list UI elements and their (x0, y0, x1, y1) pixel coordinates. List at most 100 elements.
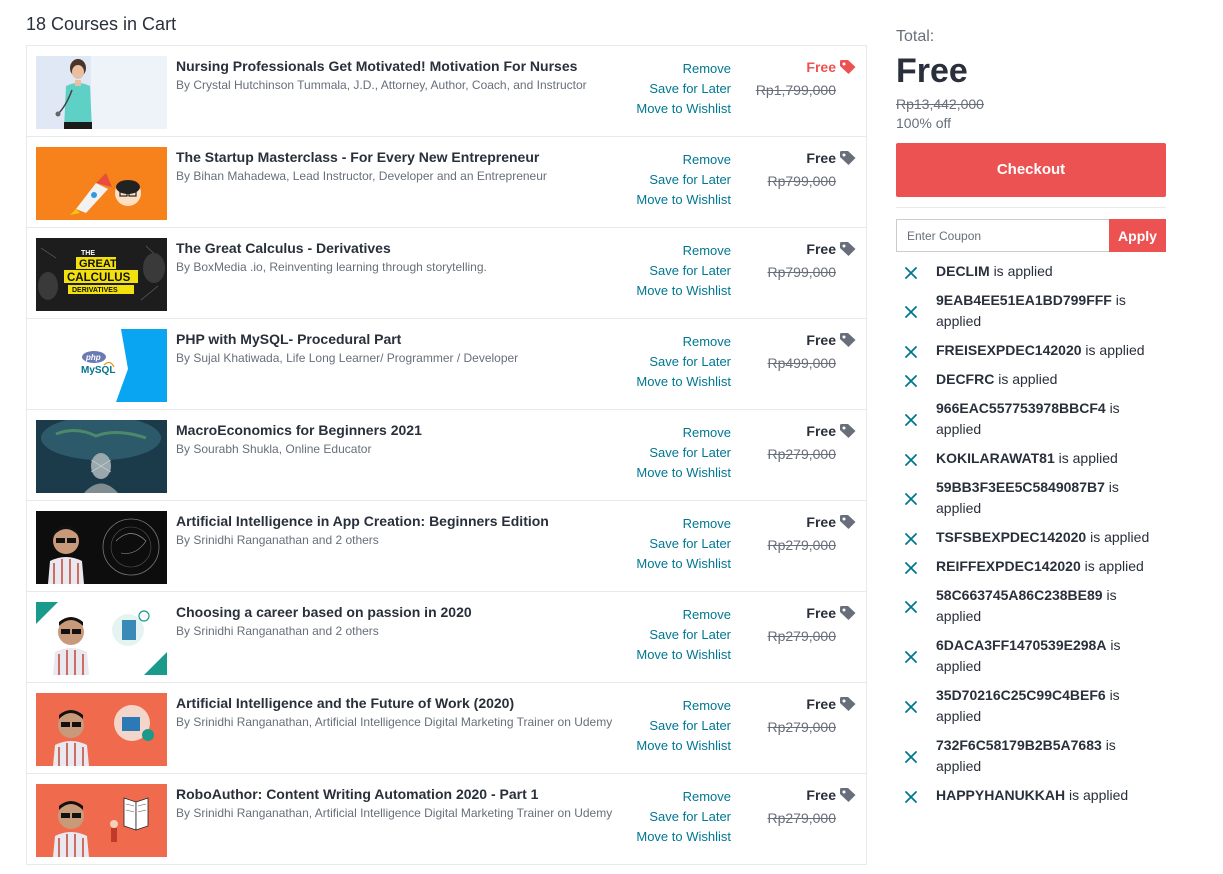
course-thumbnail[interactable] (36, 56, 167, 129)
close-icon[interactable] (904, 304, 918, 318)
course-title[interactable]: Nursing Professionals Get Motivated! Mot… (176, 57, 622, 75)
applied-coupon: TSFSBEXPDEC142020 is applied (896, 527, 1156, 548)
course-thumbnail[interactable]: THE GREAT CALCULUS DERIVATIVES (36, 238, 167, 311)
move-to-wishlist-link[interactable]: Move to Wishlist (636, 736, 731, 756)
original-price: Rp279,000 (767, 537, 836, 553)
save-for-later-link[interactable]: Save for Later (636, 534, 731, 554)
course-price: Free (746, 422, 856, 442)
course-title[interactable]: MacroEconomics for Beginners 2021 (176, 421, 622, 439)
remove-link[interactable]: Remove (636, 332, 731, 352)
move-to-wishlist-link[interactable]: Move to Wishlist (636, 827, 731, 847)
close-icon[interactable] (904, 452, 918, 466)
move-to-wishlist-link[interactable]: Move to Wishlist (636, 554, 731, 574)
course-thumbnail[interactable] (36, 602, 167, 675)
tag-icon (840, 606, 856, 624)
move-to-wishlist-link[interactable]: Move to Wishlist (636, 372, 731, 392)
coupon-input[interactable] (896, 219, 1109, 252)
course-thumbnail[interactable] (36, 511, 167, 584)
save-for-later-link[interactable]: Save for Later (636, 807, 731, 827)
course-thumbnail[interactable] (36, 784, 167, 857)
remove-link[interactable]: Remove (636, 787, 731, 807)
course-price: Free (746, 604, 856, 624)
save-for-later-link[interactable]: Save for Later (636, 170, 731, 190)
coupon-status: is applied (1084, 558, 1144, 574)
thumb-text-the: THE (81, 250, 95, 257)
remove-link[interactable]: Remove (636, 423, 731, 443)
remove-link[interactable]: Remove (636, 605, 731, 625)
total-price: Free (896, 52, 968, 90)
course-item: Artificial Intelligence and the Future o… (27, 683, 866, 774)
course-title[interactable]: Artificial Intelligence in App Creation:… (176, 512, 622, 530)
close-icon[interactable] (904, 749, 918, 763)
course-item: Artificial Intelligence in App Creation:… (27, 501, 866, 592)
close-icon[interactable] (904, 649, 918, 663)
remove-link[interactable]: Remove (636, 150, 731, 170)
coupon-form: Apply (896, 219, 1166, 252)
close-icon[interactable] (904, 599, 918, 613)
price-label: Free (806, 696, 836, 712)
close-icon[interactable] (904, 373, 918, 387)
close-icon[interactable] (904, 491, 918, 505)
apply-coupon-button[interactable]: Apply (1109, 219, 1166, 252)
course-thumbnail[interactable] (36, 420, 167, 493)
course-title[interactable]: The Great Calculus - Derivatives (176, 239, 622, 257)
tag-icon (840, 788, 856, 806)
price-label: Free (806, 514, 836, 530)
applied-coupon: 6DACA3FF1470539E298A is applied (896, 635, 1156, 677)
remove-link[interactable]: Remove (636, 241, 731, 261)
applied-coupon: 9EAB4EE51EA1BD799FFF is applied (896, 290, 1156, 332)
save-for-later-link[interactable]: Save for Later (636, 352, 731, 372)
course-author: By Sujal Khatiwada, Life Long Learner/ P… (176, 351, 519, 365)
save-for-later-link[interactable]: Save for Later (636, 261, 731, 281)
coupon-code: DECLIM (936, 263, 990, 279)
coupon-code: 59BB3F3EE5C5849087B7 (936, 479, 1105, 495)
course-price: Free (746, 786, 856, 806)
price-label: Free (806, 241, 836, 257)
close-icon[interactable] (904, 412, 918, 426)
save-for-later-link[interactable]: Save for Later (636, 716, 731, 736)
save-for-later-link[interactable]: Save for Later (636, 79, 731, 99)
move-to-wishlist-link[interactable]: Move to Wishlist (636, 281, 731, 301)
total-label: Total: (896, 28, 935, 45)
move-to-wishlist-link[interactable]: Move to Wishlist (636, 645, 731, 665)
price-label: Free (806, 59, 836, 75)
course-item: Nursing Professionals Get Motivated! Mot… (27, 46, 866, 137)
course-thumbnail[interactable]: php MySQL (36, 329, 167, 402)
course-title[interactable]: RoboAuthor: Content Writing Automation 2… (176, 785, 622, 803)
save-for-later-link[interactable]: Save for Later (636, 443, 731, 463)
coupon-code: 35D70216C25C99C4BEF6 (936, 687, 1106, 703)
tag-icon (840, 242, 856, 260)
applied-coupon: DECLIM is applied (896, 261, 1156, 282)
applied-coupon: FREISEXPDEC142020 is applied (896, 340, 1156, 361)
remove-link[interactable]: Remove (636, 514, 731, 534)
course-title[interactable]: The Startup Masterclass - For Every New … (176, 148, 622, 166)
close-icon[interactable] (904, 560, 918, 574)
course-thumbnail[interactable] (36, 147, 167, 220)
course-title[interactable]: PHP with MySQL- Procedural Part (176, 330, 622, 348)
coupon-status: is applied (998, 371, 1058, 387)
close-icon[interactable] (904, 789, 918, 803)
move-to-wishlist-link[interactable]: Move to Wishlist (636, 463, 731, 483)
move-to-wishlist-link[interactable]: Move to Wishlist (636, 99, 731, 119)
applied-coupon: 732F6C58179B2B5A7683 is applied (896, 735, 1156, 777)
checkout-button[interactable]: Checkout (896, 143, 1166, 197)
course-title[interactable]: Artificial Intelligence and the Future o… (176, 694, 622, 712)
close-icon[interactable] (904, 344, 918, 358)
thumb-text-derivatives: DERIVATIVES (72, 287, 118, 294)
close-icon[interactable] (904, 531, 918, 545)
save-for-later-link[interactable]: Save for Later (636, 625, 731, 645)
tag-icon (840, 60, 856, 78)
remove-link[interactable]: Remove (636, 59, 731, 79)
move-to-wishlist-link[interactable]: Move to Wishlist (636, 190, 731, 210)
coupon-code: HAPPYHANUKKAH (936, 787, 1066, 803)
original-price: Rp279,000 (767, 628, 836, 644)
close-icon[interactable] (904, 699, 918, 713)
applied-coupon-list: DECLIM is applied 9EAB4EE51EA1BD799FFF is… (896, 261, 1166, 806)
course-title[interactable]: Choosing a career based on passion in 20… (176, 603, 622, 621)
course-thumbnail[interactable] (36, 693, 167, 766)
course-price: Free (746, 331, 856, 351)
price-label: Free (806, 605, 836, 621)
close-icon[interactable] (904, 265, 918, 279)
remove-link[interactable]: Remove (636, 696, 731, 716)
course-item: RoboAuthor: Content Writing Automation 2… (27, 774, 866, 865)
